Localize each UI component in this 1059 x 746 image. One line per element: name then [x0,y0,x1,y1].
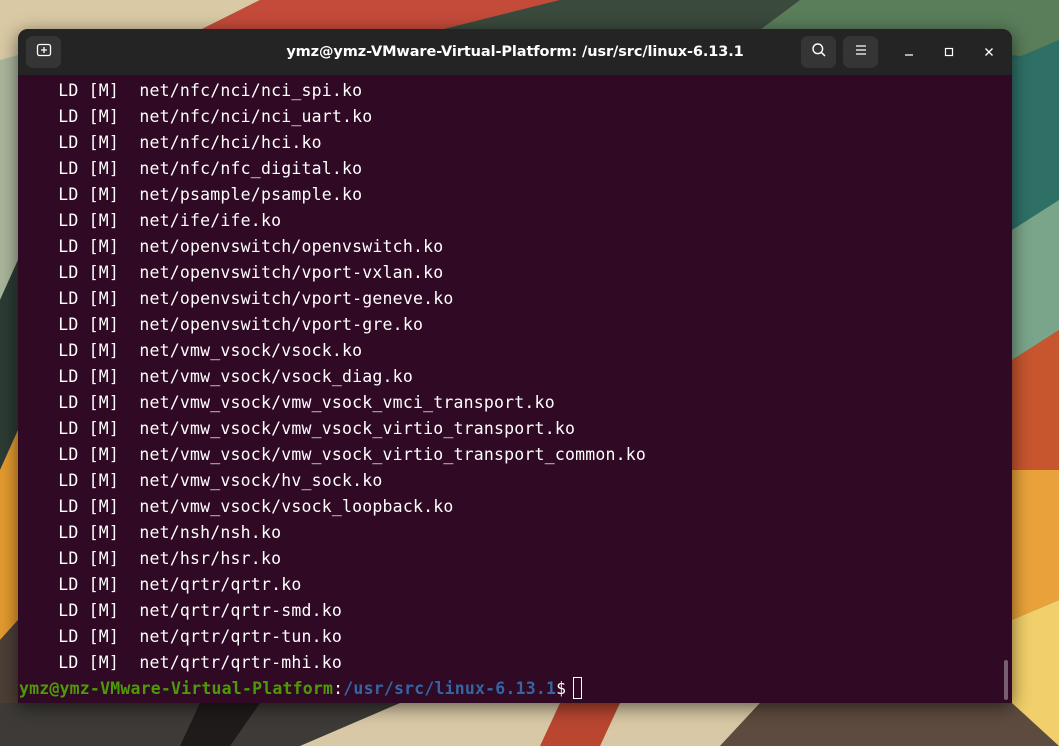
output-line: LD [M] net/qrtr/qrtr-tun.ko [38,627,343,646]
close-button[interactable] [975,38,1003,66]
minimize-button[interactable] [895,38,923,66]
output-line: LD [M] net/openvswitch/vport-vxlan.ko [38,263,444,282]
output-line: LD [M] net/ife/ife.ko [38,211,282,230]
output-line: LD [M] net/vmw_vsock/vsock.ko [38,341,363,360]
terminal-output[interactable]: LD [M] net/nfc/nci/nci_spi.ko LD [M] net… [18,75,1012,703]
prompt-colon: : [333,679,344,698]
output-line: LD [M] net/qrtr/qrtr-mhi.ko [38,653,343,672]
output-line: LD [M] net/vmw_vsock/vmw_vsock_vmci_tran… [38,393,555,412]
menu-button[interactable] [843,36,878,68]
scrollbar[interactable] [1004,660,1008,700]
output-line: LD [M] net/vmw_vsock/vsock_loopback.ko [38,497,454,516]
output-line: LD [M] net/nfc/nci/nci_uart.ko [38,107,373,126]
output-line: LD [M] net/vmw_vsock/hv_sock.ko [38,471,383,490]
close-icon [983,43,995,62]
hamburger-menu-icon [853,42,869,62]
output-line: LD [M] net/vmw_vsock/vmw_vsock_virtio_tr… [38,445,647,464]
output-line: LD [M] net/hsr/hsr.ko [38,549,282,568]
output-line: LD [M] net/psample/psample.ko [38,185,363,204]
minimize-icon [903,43,915,62]
prompt-symbol: $ [556,679,567,698]
maximize-button[interactable] [935,38,963,66]
output-line: LD [M] net/openvswitch/vport-geneve.ko [38,289,454,308]
output-line: LD [M] net/qrtr/qrtr-smd.ko [38,601,343,620]
terminal-window: ymz@ymz-VMware-Virtual-Platform: /usr/sr… [18,29,1012,703]
prompt-path: /usr/src/linux-6.13.1 [343,679,557,698]
output-line: LD [M] net/qrtr/qrtr.ko [38,575,302,594]
maximize-icon [943,43,955,62]
output-line: LD [M] net/nfc/nci/nci_spi.ko [38,81,363,100]
output-line: LD [M] net/openvswitch/openvswitch.ko [38,237,444,256]
output-line: LD [M] net/nfc/nfc_digital.ko [38,159,363,178]
output-line: LD [M] net/nfc/hci/hci.ko [38,133,322,152]
text-cursor [573,677,583,699]
output-line: LD [M] net/vmw_vsock/vmw_vsock_virtio_tr… [38,419,576,438]
shell-prompt[interactable]: ymz@ymz-VMware-Virtual-Platform:/usr/src… [19,676,583,702]
prompt-user-host: ymz@ymz-VMware-Virtual-Platform [19,679,334,698]
output-line: LD [M] net/nsh/nsh.ko [38,523,282,542]
search-icon [811,42,827,62]
search-button[interactable] [801,36,836,68]
title-bar[interactable]: ymz@ymz-VMware-Virtual-Platform: /usr/sr… [18,29,1012,75]
output-line: LD [M] net/vmw_vsock/vsock_diag.ko [38,367,413,386]
output-line: LD [M] net/openvswitch/vport-gre.ko [38,315,424,334]
